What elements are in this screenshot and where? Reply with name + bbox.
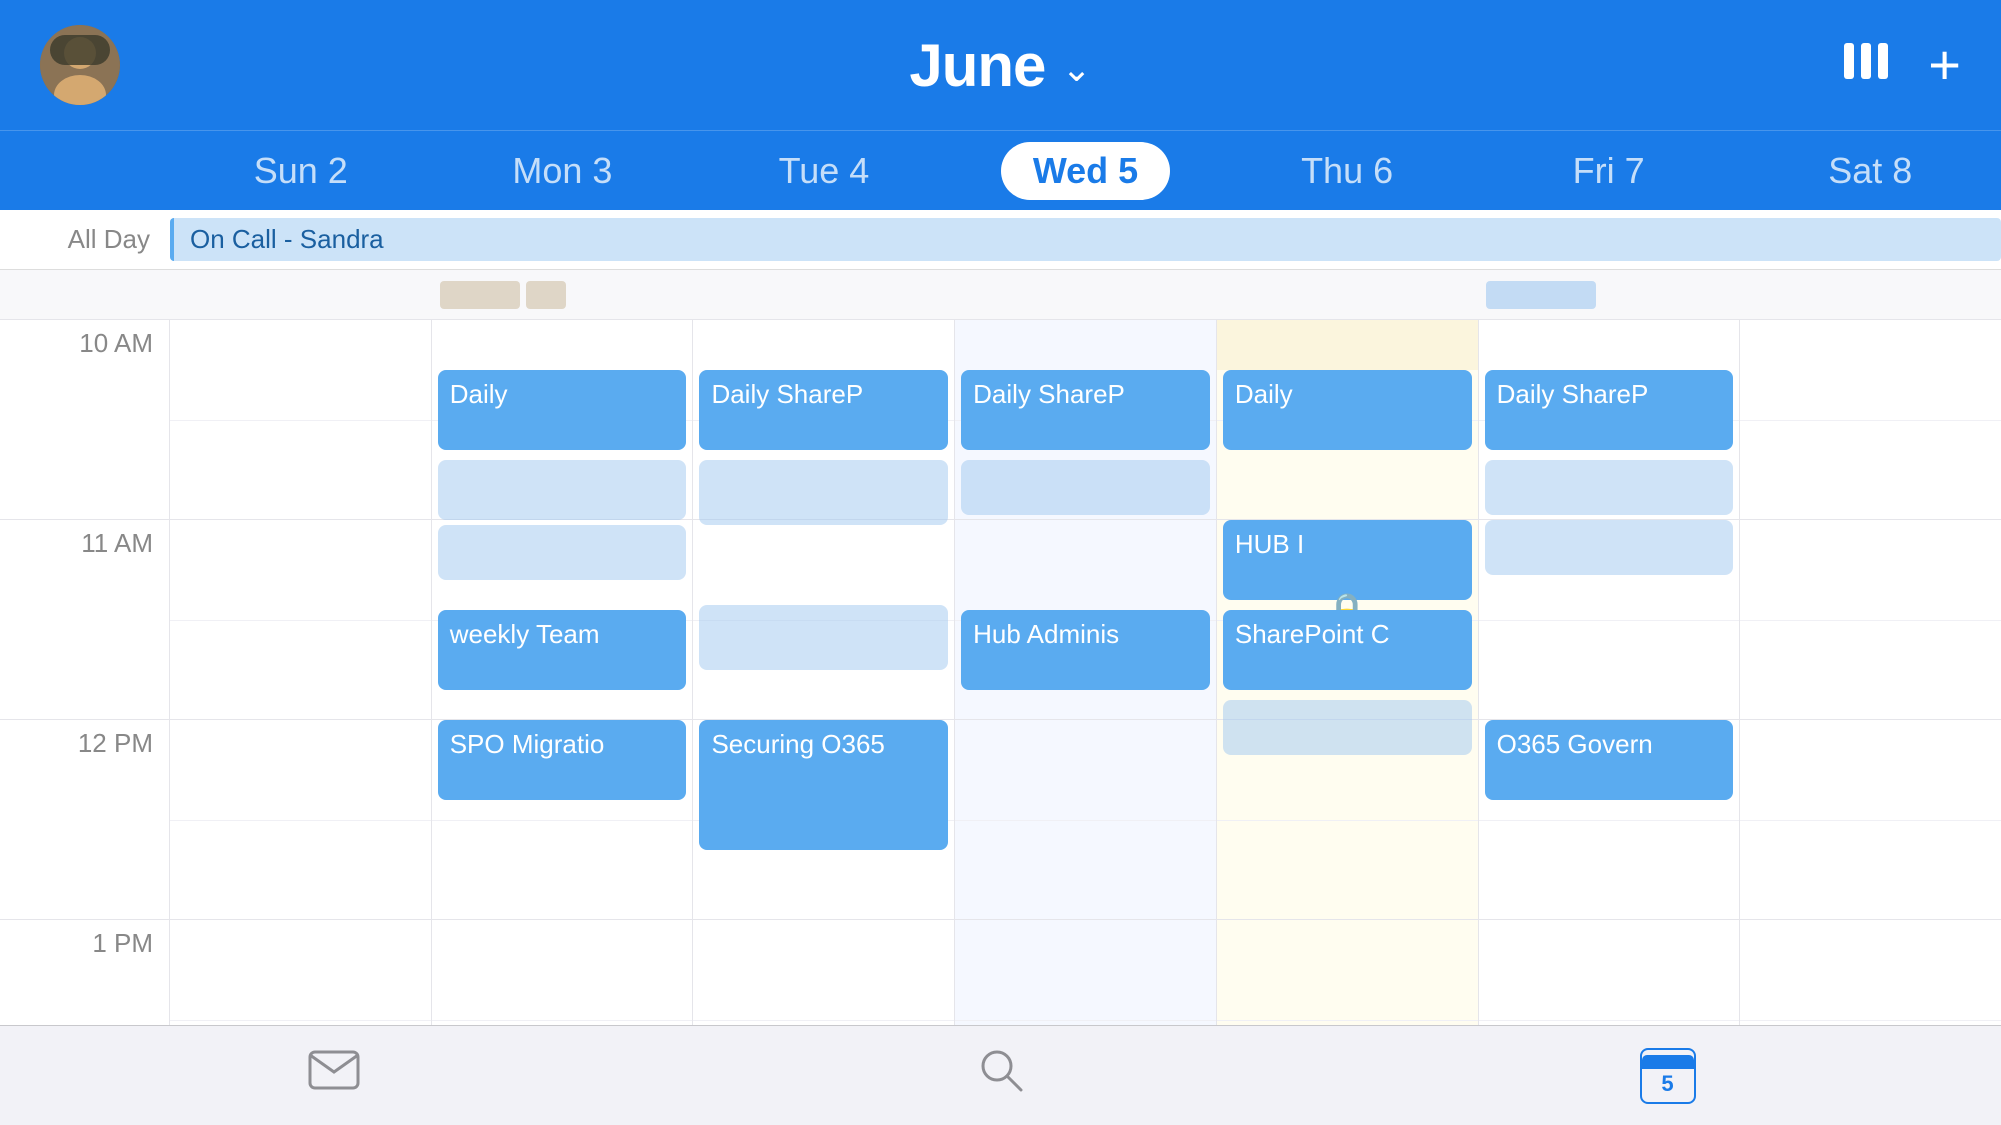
day-header-sun[interactable]: Sun 2 xyxy=(170,150,432,192)
time-slot-12pm: 12 PM xyxy=(0,720,169,920)
tab-calendar[interactable]: 5 xyxy=(1608,1036,1728,1116)
event-blurred-wed-1[interactable] xyxy=(961,460,1210,515)
event-daily-sharep-fri[interactable]: Daily ShareP xyxy=(1485,370,1734,450)
day-headers: Sun 2 Mon 3 Tue 4 Wed 5 Thu 6 Fri 7 Sat … xyxy=(0,130,2001,210)
event-securing-o365[interactable]: Securing O365 xyxy=(699,720,948,850)
day-header-wed[interactable]: Wed 5 xyxy=(955,142,1217,200)
event-sharepoint-c[interactable]: SharePoint C xyxy=(1223,610,1472,690)
tab-search[interactable] xyxy=(941,1036,1061,1116)
event-hub-i[interactable]: HUB I xyxy=(1223,520,1472,600)
header-title[interactable]: June ⌄ xyxy=(909,31,1091,100)
event-blurred-mon-2[interactable] xyxy=(438,525,687,580)
day-col-thu: Daily HUB I 🔒 SharePoint C xyxy=(1217,320,1479,1045)
event-hub-adminis[interactable]: Hub Adminis xyxy=(961,610,1210,690)
blur-seg-sat xyxy=(1739,270,2001,319)
calendar-icon: 5 xyxy=(1640,1048,1696,1104)
blur-seg-mon xyxy=(432,270,694,319)
header-actions: + xyxy=(1840,37,1961,93)
mail-icon xyxy=(308,1050,360,1101)
day-header-mon[interactable]: Mon 3 xyxy=(432,150,694,192)
blur-seg-thu xyxy=(1216,270,1478,319)
event-daily-sharep-wed[interactable]: Daily ShareP xyxy=(961,370,1210,450)
time-slot-11am: 11 AM xyxy=(0,520,169,720)
header: June ⌄ + xyxy=(0,0,2001,130)
event-blurred-thu-1[interactable] xyxy=(1223,700,1472,755)
blur-seg-fri xyxy=(1478,270,1740,319)
blur-seg-tue xyxy=(693,270,955,319)
days-grid: Daily weekly Team SPO Migratio Daily Sha… xyxy=(170,320,2001,1045)
blur-row xyxy=(0,270,2001,320)
day-header-tue[interactable]: Tue 4 xyxy=(693,150,955,192)
event-o365-govern[interactable]: O365 Govern xyxy=(1485,720,1734,800)
event-blurred-fri-2[interactable] xyxy=(1485,520,1734,575)
day-col-sun xyxy=(170,320,432,1045)
time-column: 10 AM 11 AM 12 PM 1 PM 2 PM xyxy=(0,320,170,1045)
allday-content: On Call - Sandra xyxy=(170,210,2001,269)
allday-event[interactable]: On Call - Sandra xyxy=(170,218,2001,261)
calendar-grid: 10 AM 11 AM 12 PM 1 PM 2 PM xyxy=(0,320,2001,1045)
blur-seg-wed xyxy=(955,270,1217,319)
allday-row: All Day On Call - Sandra xyxy=(0,210,2001,270)
event-blurred-tue-1[interactable] xyxy=(699,460,948,525)
tab-mail[interactable] xyxy=(274,1036,394,1116)
view-toggle-icon[interactable] xyxy=(1840,39,1892,91)
tab-bar: 5 xyxy=(0,1025,2001,1125)
event-blurred-fri-1[interactable] xyxy=(1485,460,1734,515)
time-slot-10am: 10 AM xyxy=(0,320,169,520)
add-event-icon[interactable]: + xyxy=(1928,37,1961,93)
event-daily-mon[interactable]: Daily xyxy=(438,370,687,450)
event-daily-thu[interactable]: Daily xyxy=(1223,370,1472,450)
event-weekly-team[interactable]: weekly Team xyxy=(438,610,687,690)
day-col-wed: Daily ShareP Hub Adminis xyxy=(955,320,1217,1045)
day-header-thu[interactable]: Thu 6 xyxy=(1216,150,1478,192)
event-blurred-mon-1[interactable] xyxy=(438,460,687,520)
day-col-mon: Daily weekly Team SPO Migratio xyxy=(432,320,694,1045)
day-col-sat xyxy=(1740,320,2001,1045)
day-header-fri[interactable]: Fri 7 xyxy=(1478,150,1740,192)
event-daily-sharep-tue[interactable]: Daily ShareP xyxy=(699,370,948,450)
allday-label: All Day xyxy=(0,224,170,255)
blur-seg-sun xyxy=(170,270,432,319)
day-col-tue: Daily ShareP Securing O365 xyxy=(693,320,955,1045)
event-blurred-tue-2[interactable] xyxy=(699,605,948,670)
day-header-sat[interactable]: Sat 8 xyxy=(1739,150,2001,192)
event-spo-migration[interactable]: SPO Migratio xyxy=(438,720,687,800)
chevron-down-icon[interactable]: ⌄ xyxy=(1061,48,1091,90)
month-label: June xyxy=(909,31,1045,100)
avatar[interactable] xyxy=(40,25,120,105)
search-icon xyxy=(979,1048,1023,1103)
day-col-fri: Daily ShareP O365 Govern xyxy=(1479,320,1741,1045)
